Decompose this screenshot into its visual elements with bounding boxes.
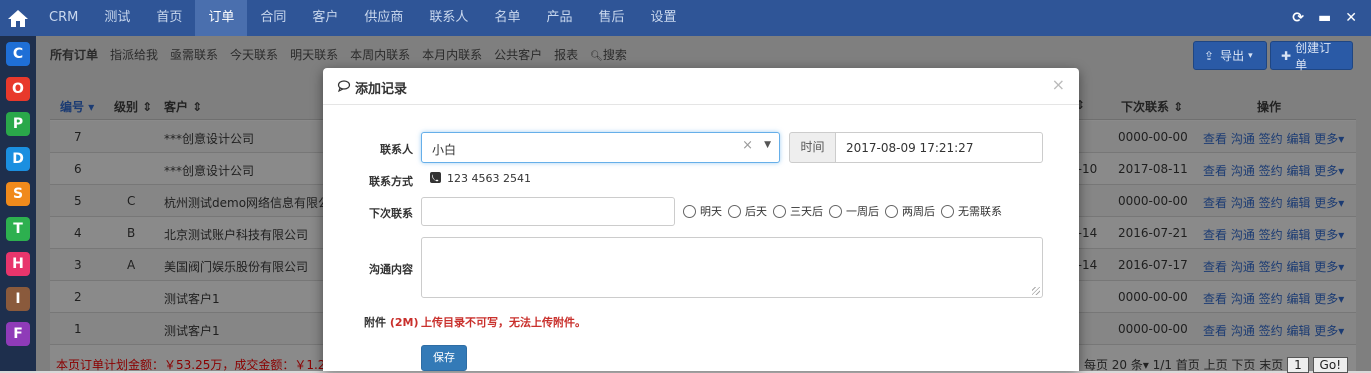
modal-overlay: 添加记录 × 联系人 小白 × ▼ 时间 2017-08-09 17:21:27… (0, 0, 1371, 371)
next-contact-label: 下次联系 (369, 207, 413, 220)
radio-circle[interactable] (683, 204, 696, 218)
close-icon[interactable]: × (1052, 75, 1065, 94)
next-option-radio[interactable]: 后天 (728, 203, 767, 219)
dialog-title: 添加记录 (355, 82, 408, 97)
next-option-radio[interactable]: 无需联系 (941, 203, 1002, 219)
add-record-dialog: 添加记录 × 联系人 小白 × ▼ 时间 2017-08-09 17:21:27… (323, 68, 1079, 371)
clear-icon[interactable]: × (742, 138, 753, 153)
radio-circle[interactable] (773, 204, 786, 218)
next-contact-options: 明天 后天 三天后 一周后 两周后 无需联系 (683, 203, 1002, 219)
contact-value: 小白 (432, 143, 457, 157)
next-option-radio[interactable]: 明天 (683, 203, 722, 219)
next-contact-input[interactable] (421, 197, 675, 226)
contact-method-label: 联系方式 (369, 175, 413, 188)
attachment-label: 附件 (2M) (364, 316, 419, 329)
phone-number: 123 4563 2541 (447, 172, 531, 185)
comment-icon (337, 80, 351, 93)
attachment-error: 上传目录不可写，无法上传附件。 (421, 316, 586, 329)
dialog-header: 添加记录 × (323, 68, 1079, 105)
radio-circle[interactable] (728, 204, 741, 218)
radio-circle[interactable] (885, 204, 898, 218)
content-label: 沟通内容 (369, 263, 413, 276)
contact-select[interactable]: 小白 × ▼ (421, 132, 780, 163)
resize-handle[interactable] (1032, 287, 1040, 295)
time-label: 时间 (789, 132, 836, 163)
content-textarea[interactable] (421, 237, 1043, 298)
next-option-radio[interactable]: 三天后 (773, 203, 823, 219)
time-input[interactable]: 2017-08-09 17:21:27 (835, 132, 1043, 163)
contact-label: 联系人 (380, 143, 413, 156)
phone-icon (430, 172, 441, 183)
save-button[interactable]: 保存 (421, 345, 467, 371)
next-option-radio[interactable]: 两周后 (885, 203, 935, 219)
radio-circle[interactable] (829, 204, 842, 218)
next-option-radio[interactable]: 一周后 (829, 203, 879, 219)
radio-circle[interactable] (941, 204, 954, 218)
caret-down-icon[interactable]: ▼ (764, 140, 771, 150)
